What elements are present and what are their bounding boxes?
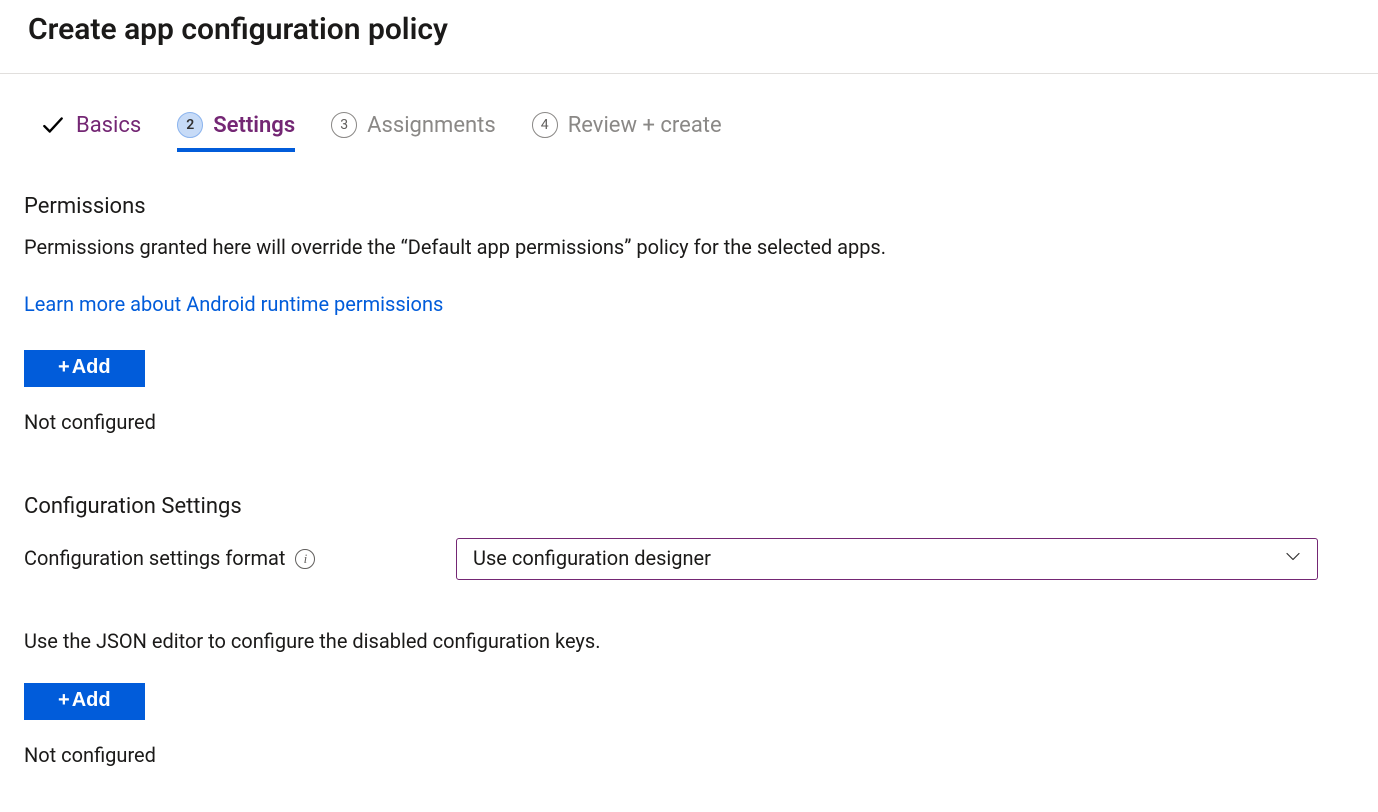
config-format-select[interactable]: Use configuration designer xyxy=(456,538,1318,580)
plus-icon: + xyxy=(58,689,70,711)
config-settings-heading: Configuration Settings xyxy=(24,492,1354,522)
checkmark-icon xyxy=(40,112,66,138)
step-number-4: 4 xyxy=(532,112,558,138)
plus-icon: + xyxy=(58,356,70,378)
permissions-add-label: Add xyxy=(72,356,111,378)
permissions-status: Not configured xyxy=(24,409,1354,436)
permissions-heading: Permissions xyxy=(24,192,1354,222)
config-status: Not configured xyxy=(24,742,1354,769)
step-number-3: 3 xyxy=(331,112,357,138)
tab-basics-label: Basics xyxy=(76,111,141,141)
config-add-button[interactable]: +Add xyxy=(24,683,145,720)
tab-assignments[interactable]: 3 Assignments xyxy=(331,109,496,153)
config-json-hint: Use the JSON editor to configure the dis… xyxy=(24,628,1354,655)
permissions-add-button[interactable]: +Add xyxy=(24,350,145,387)
config-format-selected-value: Use configuration designer xyxy=(473,545,711,572)
config-add-label: Add xyxy=(72,689,111,711)
permissions-description: Permissions granted here will override t… xyxy=(24,234,1354,261)
tab-review-label: Review + create xyxy=(568,111,722,141)
info-icon[interactable]: i xyxy=(295,549,315,569)
tab-settings-label: Settings xyxy=(213,111,295,141)
tab-basics[interactable]: Basics xyxy=(40,109,141,153)
config-format-label: Configuration settings format xyxy=(24,545,285,572)
step-number-2: 2 xyxy=(177,112,203,138)
tab-assignments-label: Assignments xyxy=(367,111,496,141)
tab-settings[interactable]: 2 Settings xyxy=(177,109,295,153)
step-tabs: Basics 2 Settings 3 Assignments 4 Review… xyxy=(0,74,1378,153)
tab-review-create[interactable]: 4 Review + create xyxy=(532,109,722,153)
permissions-learn-more-link[interactable]: Learn more about Android runtime permiss… xyxy=(24,291,443,318)
page-title: Create app configuration policy xyxy=(28,10,1350,51)
